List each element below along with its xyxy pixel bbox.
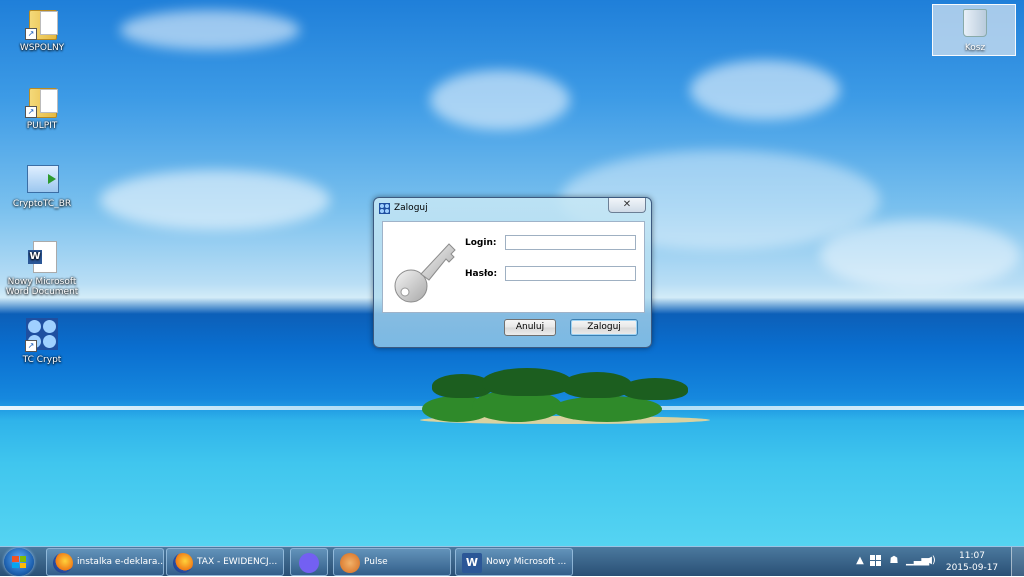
shortcut-arrow-icon: ↗ [25,340,37,352]
desktop-icon-cryptotc-br[interactable]: CryptoTC_BR [4,162,80,209]
taskbar-item-viber[interactable] [290,548,328,576]
desktop-icon-recycle-bin[interactable]: Kosz [932,4,1016,56]
system-tray: ▲ ☗ ▁▃▅ ◀) 11:07 2015-09-17 [854,547,1024,577]
clock[interactable]: 11:07 2015-09-17 [942,550,1002,574]
volume-icon[interactable]: ◀) [924,555,936,567]
start-button[interactable] [4,548,34,576]
login-label: Login: [465,238,497,248]
shortcut-arrow-icon: ↗ [25,28,37,40]
desktop-icon-label: Nowy Microsoft Word Document [5,277,79,297]
login-dialog: Zaloguj ✕ Login: Hasło: Anuluj Zaloguj [373,197,652,348]
desktop-icon-label: Kosz [964,43,986,53]
desktop-icon-label: CryptoTC_BR [12,199,72,209]
taskbar-item-label: instalka e-deklara... [77,557,164,567]
taskbar-item-label: Nowy Microsoft ... [486,557,567,567]
desktop-icon-label: TC Crypt [22,355,62,365]
desktop-icon-tc-crypt[interactable]: ↗ TC Crypt [4,318,80,365]
cloud [120,10,300,50]
taskbar-item-label: TAX - EWIDENCJ... [197,557,278,567]
clock-time: 11:07 [959,551,985,561]
cloud [820,220,1020,290]
password-label: Hasło: [465,269,498,279]
close-button[interactable]: ✕ [608,198,646,213]
cloud [430,70,570,130]
pulse-icon [340,553,360,573]
taskbar-item-firefox-tax[interactable]: TAX - EWIDENCJ... [166,548,284,576]
shortcut-arrow-icon: ↗ [25,106,37,118]
clock-date: 2015-09-17 [945,563,999,573]
login-input[interactable] [505,235,636,250]
taskbar: instalka e-deklara... TAX - EWIDENCJ... … [0,546,1024,577]
windows-logo-icon [12,556,26,568]
firefox-icon [173,553,193,573]
desktop-icon-word-document[interactable]: W Nowy Microsoft Word Document [4,240,80,297]
tc-crypt-icon [379,203,390,214]
desktop-icon-label: PULPIT [26,121,58,131]
viber-icon [299,553,319,573]
desktop-icon-pulpit[interactable]: ↗ PULPIT [4,84,80,131]
show-desktop-button[interactable] [1011,547,1024,577]
dialog-title: Zaloguj [394,203,428,213]
login-button[interactable]: Zaloguj [570,319,638,336]
cancel-button[interactable]: Anuluj [504,319,556,336]
cloud [100,170,330,230]
signal-icon[interactable]: ▁▃▅ [906,555,929,567]
network-icon[interactable]: ☗ [888,555,900,567]
word-document-icon: W [28,241,57,273]
island [412,368,712,424]
desktop-icon-label: WSPOLNY [19,43,65,53]
show-hidden-icons-button[interactable]: ▲ [854,555,866,567]
dialog-client-area: Login: Hasło: [382,221,645,313]
word-icon: W [462,553,482,573]
recycle-bin-icon [963,9,987,37]
action-center-flag-icon[interactable] [870,555,882,567]
cloud [690,60,840,120]
firefox-icon [53,553,73,573]
taskbar-item-word[interactable]: W Nowy Microsoft ... [455,548,573,576]
key-icon [394,243,456,303]
password-input[interactable] [505,266,636,281]
application-window-icon [27,165,59,193]
taskbar-item-pulse[interactable]: Pulse [333,548,451,576]
taskbar-item-firefox-instalka[interactable]: instalka e-deklara... [46,548,164,576]
desktop-icon-wspolny[interactable]: ↗ WSPOLNY [4,6,80,53]
taskbar-item-label: Pulse [364,557,388,567]
